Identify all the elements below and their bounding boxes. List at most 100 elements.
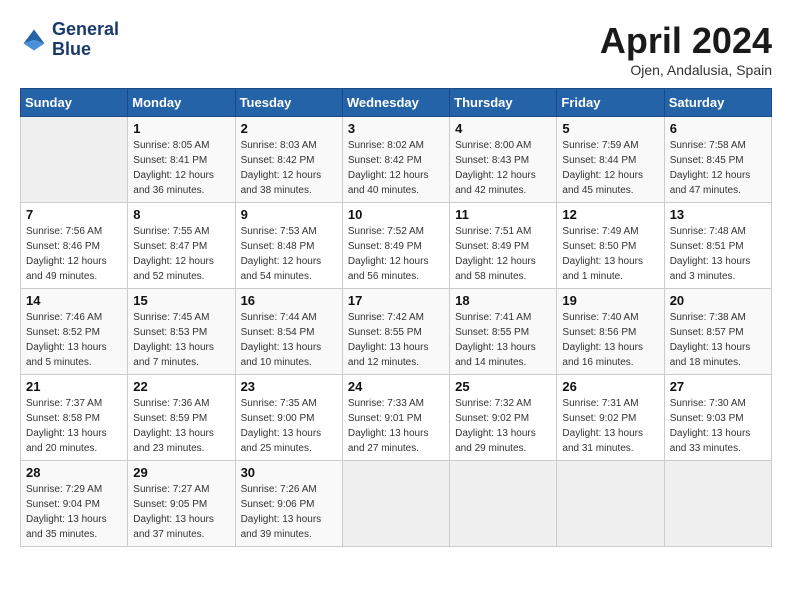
calendar-cell: 14Sunrise: 7:46 AM Sunset: 8:52 PM Dayli… (21, 289, 128, 375)
day-number: 6 (670, 121, 766, 136)
header-cell-friday: Friday (557, 89, 664, 117)
day-number: 22 (133, 379, 229, 394)
day-number: 2 (241, 121, 337, 136)
day-info: Sunrise: 7:48 AM Sunset: 8:51 PM Dayligh… (670, 224, 766, 284)
day-info: Sunrise: 7:26 AM Sunset: 9:06 PM Dayligh… (241, 482, 337, 542)
calendar-cell: 23Sunrise: 7:35 AM Sunset: 9:00 PM Dayli… (235, 375, 342, 461)
calendar-cell: 18 Sunrise: 7:41 AM Sunset: 8:55 PM Dayli… (450, 289, 557, 375)
day-number: 20 (670, 293, 766, 308)
day-info: Sunrise: 8:02 AM Sunset: 8:42 PM Dayligh… (348, 138, 444, 198)
day-info: Sunrise: 7:42 AM Sunset: 8:55 PM Dayligh… (348, 310, 444, 370)
calendar-cell: 6 Sunrise: 7:58 AM Sunset: 8:45 PM Daylig… (664, 117, 771, 203)
calendar-cell (557, 461, 664, 547)
calendar-cell: 1 Sunrise: 8:05 AM Sunset: 8:41 PM Daylig… (128, 117, 235, 203)
day-info: Sunrise: 7:53 AM Sunset: 8:48 PM Dayligh… (241, 224, 337, 284)
calendar-cell: 7 Sunrise: 7:56 AM Sunset: 8:46 PM Daylig… (21, 203, 128, 289)
calendar-cell (342, 461, 449, 547)
day-info: Sunrise: 7:29 AM Sunset: 9:04 PM Dayligh… (26, 482, 122, 542)
day-number: 12 (562, 207, 658, 222)
day-info: Sunrise: 7:58 AM Sunset: 8:45 PM Dayligh… (670, 138, 766, 198)
day-number: 27 (670, 379, 766, 394)
day-info: Sunrise: 7:44 AM Sunset: 8:54 PM Dayligh… (241, 310, 337, 370)
day-info: Sunrise: 7:55 AM Sunset: 8:47 PM Dayligh… (133, 224, 229, 284)
logo-icon (20, 26, 48, 54)
location: Ojen, Andalusia, Spain (600, 62, 772, 78)
calendar-cell: 2 Sunrise: 8:03 AM Sunset: 8:42 PM Daylig… (235, 117, 342, 203)
calendar-cell (450, 461, 557, 547)
day-info: Sunrise: 7:56 AM Sunset: 8:46 PM Dayligh… (26, 224, 122, 284)
day-info: Sunrise: 7:51 AM Sunset: 8:49 PM Dayligh… (455, 224, 551, 284)
week-row-4: 21 Sunrise: 7:37 AM Sunset: 8:58 PM Dayli… (21, 375, 772, 461)
calendar-cell: 4Sunrise: 8:00 AM Sunset: 8:43 PM Daylig… (450, 117, 557, 203)
calendar-cell: 8 Sunrise: 7:55 AM Sunset: 8:47 PM Daylig… (128, 203, 235, 289)
day-number: 4 (455, 121, 551, 136)
header-cell-wednesday: Wednesday (342, 89, 449, 117)
day-info: Sunrise: 8:03 AM Sunset: 8:42 PM Dayligh… (241, 138, 337, 198)
calendar-cell: 27 Sunrise: 7:30 AM Sunset: 9:03 PM Dayli… (664, 375, 771, 461)
day-number: 21 (26, 379, 122, 394)
calendar-cell: 19Sunrise: 7:40 AM Sunset: 8:56 PM Dayli… (557, 289, 664, 375)
header-row: SundayMondayTuesdayWednesdayThursdayFrid… (21, 89, 772, 117)
day-number: 9 (241, 207, 337, 222)
calendar-cell: 22Sunrise: 7:36 AM Sunset: 8:59 PM Dayli… (128, 375, 235, 461)
day-number: 15 (133, 293, 229, 308)
week-row-1: 1 Sunrise: 8:05 AM Sunset: 8:41 PM Daylig… (21, 117, 772, 203)
day-number: 1 (133, 121, 229, 136)
calendar-cell: 17 Sunrise: 7:42 AM Sunset: 8:55 PM Dayli… (342, 289, 449, 375)
calendar-body: 1 Sunrise: 8:05 AM Sunset: 8:41 PM Daylig… (21, 117, 772, 547)
day-number: 18 (455, 293, 551, 308)
day-number: 17 (348, 293, 444, 308)
header-cell-tuesday: Tuesday (235, 89, 342, 117)
calendar-cell: 21 Sunrise: 7:37 AM Sunset: 8:58 PM Dayli… (21, 375, 128, 461)
day-number: 24 (348, 379, 444, 394)
header-cell-sunday: Sunday (21, 89, 128, 117)
calendar-cell: 30 Sunrise: 7:26 AM Sunset: 9:06 PM Dayli… (235, 461, 342, 547)
day-number: 26 (562, 379, 658, 394)
week-row-2: 7 Sunrise: 7:56 AM Sunset: 8:46 PM Daylig… (21, 203, 772, 289)
day-number: 3 (348, 121, 444, 136)
title-area: April 2024 Ojen, Andalusia, Spain (600, 20, 772, 78)
month-title: April 2024 (600, 20, 772, 62)
header-cell-saturday: Saturday (664, 89, 771, 117)
calendar-cell: 20Sunrise: 7:38 AM Sunset: 8:57 PM Dayli… (664, 289, 771, 375)
calendar-cell (664, 461, 771, 547)
calendar-cell (21, 117, 128, 203)
week-row-3: 14Sunrise: 7:46 AM Sunset: 8:52 PM Dayli… (21, 289, 772, 375)
calendar-cell: 28 Sunrise: 7:29 AM Sunset: 9:04 PM Dayli… (21, 461, 128, 547)
header: General Blue April 2024 Ojen, Andalusia,… (20, 20, 772, 78)
day-info: Sunrise: 7:49 AM Sunset: 8:50 PM Dayligh… (562, 224, 658, 284)
day-number: 5 (562, 121, 658, 136)
calendar-header: SundayMondayTuesdayWednesdayThursdayFrid… (21, 89, 772, 117)
day-number: 10 (348, 207, 444, 222)
logo-text: General Blue (52, 20, 119, 60)
day-number: 16 (241, 293, 337, 308)
day-info: Sunrise: 7:31 AM Sunset: 9:02 PM Dayligh… (562, 396, 658, 456)
day-info: Sunrise: 7:32 AM Sunset: 9:02 PM Dayligh… (455, 396, 551, 456)
day-info: Sunrise: 7:46 AM Sunset: 8:52 PM Dayligh… (26, 310, 122, 370)
calendar-cell: 12 Sunrise: 7:49 AM Sunset: 8:50 PM Dayli… (557, 203, 664, 289)
day-number: 8 (133, 207, 229, 222)
day-number: 29 (133, 465, 229, 480)
day-info: Sunrise: 7:30 AM Sunset: 9:03 PM Dayligh… (670, 396, 766, 456)
day-info: Sunrise: 7:33 AM Sunset: 9:01 PM Dayligh… (348, 396, 444, 456)
day-number: 30 (241, 465, 337, 480)
day-info: Sunrise: 7:27 AM Sunset: 9:05 PM Dayligh… (133, 482, 229, 542)
calendar-cell: 24 Sunrise: 7:33 AM Sunset: 9:01 PM Dayli… (342, 375, 449, 461)
calendar-table: SundayMondayTuesdayWednesdayThursdayFrid… (20, 88, 772, 547)
day-info: Sunrise: 7:35 AM Sunset: 9:00 PM Dayligh… (241, 396, 337, 456)
week-row-5: 28 Sunrise: 7:29 AM Sunset: 9:04 PM Dayli… (21, 461, 772, 547)
calendar-cell: 9 Sunrise: 7:53 AM Sunset: 8:48 PM Daylig… (235, 203, 342, 289)
day-number: 28 (26, 465, 122, 480)
day-info: Sunrise: 8:05 AM Sunset: 8:41 PM Dayligh… (133, 138, 229, 198)
calendar-cell: 5Sunrise: 7:59 AM Sunset: 8:44 PM Daylig… (557, 117, 664, 203)
day-info: Sunrise: 7:52 AM Sunset: 8:49 PM Dayligh… (348, 224, 444, 284)
calendar-cell: 26 Sunrise: 7:31 AM Sunset: 9:02 PM Dayli… (557, 375, 664, 461)
day-number: 13 (670, 207, 766, 222)
day-number: 7 (26, 207, 122, 222)
day-info: Sunrise: 7:37 AM Sunset: 8:58 PM Dayligh… (26, 396, 122, 456)
day-info: Sunrise: 7:41 AM Sunset: 8:55 PM Dayligh… (455, 310, 551, 370)
calendar-cell: 25Sunrise: 7:32 AM Sunset: 9:02 PM Dayli… (450, 375, 557, 461)
calendar-cell: 13 Sunrise: 7:48 AM Sunset: 8:51 PM Dayli… (664, 203, 771, 289)
header-cell-thursday: Thursday (450, 89, 557, 117)
calendar-cell: 10 Sunrise: 7:52 AM Sunset: 8:49 PM Dayli… (342, 203, 449, 289)
